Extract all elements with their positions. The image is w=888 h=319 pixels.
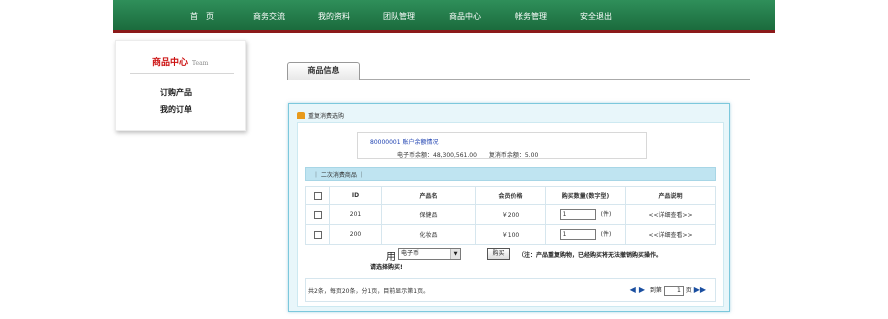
sidebar: 商品中心 Team 订购产品 我的订单 xyxy=(115,40,246,131)
select-prompt: 请选择购买! xyxy=(370,264,403,271)
row-price: ￥100 xyxy=(475,224,546,245)
nav-profile[interactable]: 我的资料 xyxy=(318,11,350,22)
row-select-cell xyxy=(305,204,330,225)
nav-team[interactable]: 团队管理 xyxy=(383,11,415,22)
row-quantity-cell: 1 (件) xyxy=(545,224,626,245)
nav-home[interactable]: 首 页 xyxy=(190,11,214,22)
top-nav-bar: 首 页 商务交流 我的资料 团队管理 商品中心 帐务管理 安全退出 xyxy=(113,0,775,33)
page-info: 共2条，每页20条，分1页，目前显示第1页。 xyxy=(308,288,430,295)
nav-logout[interactable]: 安全退出 xyxy=(580,11,612,22)
tab-underline xyxy=(360,79,750,80)
col-name: 产品名 xyxy=(381,186,476,205)
buy-button[interactable]: 购买 xyxy=(487,248,510,260)
purchase-note: （注：产品重复购物，已经购买将无法撤销购买操作。 xyxy=(518,252,663,259)
cart-icon xyxy=(297,112,305,119)
page-suffix: 页 xyxy=(685,287,692,294)
account-balance: 电子币余额：48,300,561.00 复消币余额：5.00 xyxy=(397,152,539,159)
pagination-bar: 共2条，每页20条，分1页，目前显示第1页。 ◀ ▶ 到第 1 页 ▶▶ xyxy=(305,278,716,302)
product-table: ID 产品名 会员价格 购买数量(数字型) 产品说明 201 保健品 ￥200 … xyxy=(305,186,716,245)
col-price: 会员价格 xyxy=(475,186,546,205)
sidebar-item-my-orders[interactable]: 我的订单 xyxy=(160,104,192,115)
row-name: 化妆品 xyxy=(381,224,476,245)
table-header-row: ID 产品名 会员价格 购买数量(数字型) 产品说明 xyxy=(305,186,716,205)
use-label: 用 xyxy=(386,252,396,263)
row-id: 201 xyxy=(329,204,382,225)
account-id: 80000001 xyxy=(370,139,401,146)
quantity-unit: (件) xyxy=(600,231,612,238)
last-page-icon[interactable]: ▶▶ xyxy=(694,285,706,294)
panel-heading: 重复消费选购 xyxy=(297,111,344,120)
col-description: 产品说明 xyxy=(625,186,716,205)
main-nav: 首 页 商务交流 我的资料 团队管理 商品中心 帐务管理 安全退出 xyxy=(113,11,775,23)
row-quantity-cell: 1 (件) xyxy=(545,204,626,225)
row-name: 保健品 xyxy=(381,204,476,225)
next-page-icon[interactable]: ▶ xyxy=(639,285,645,294)
category-bar: ｜ 二次消费商品 ｜ xyxy=(305,167,716,181)
table-row: 200 化妆品 ￥100 1 (件) <<详细查看>> xyxy=(305,224,716,245)
row-checkbox[interactable] xyxy=(313,210,322,219)
row-detail-link[interactable]: <<详细查看>> xyxy=(625,224,716,245)
chevron-down-icon: ▼ xyxy=(450,249,460,259)
tab-product-info[interactable]: 商品信息 xyxy=(287,62,360,80)
sidebar-item-order-products[interactable]: 订购产品 xyxy=(160,87,192,98)
sidebar-title-en: Team xyxy=(192,60,209,67)
prev-page-icon[interactable]: ◀ xyxy=(630,285,636,294)
category-label: ｜ 二次消费商品 ｜ xyxy=(313,172,365,179)
row-checkbox[interactable] xyxy=(313,230,322,239)
sidebar-divider xyxy=(130,73,234,74)
quantity-unit: (件) xyxy=(600,211,612,218)
purchase-panel: 重复消费选购 80000001 账户余额情况 电子币余额：48,300,561.… xyxy=(288,103,730,312)
account-summary: 80000001 账户余额情况 电子币余额：48,300,561.00 复消币余… xyxy=(357,132,647,159)
select-all-checkbox[interactable] xyxy=(313,191,322,200)
nav-business[interactable]: 商务交流 xyxy=(253,11,285,22)
page-number-input[interactable]: 1 xyxy=(663,285,684,296)
select-all-cell xyxy=(305,186,330,205)
sidebar-title-text: 商品中心 xyxy=(152,58,189,68)
nav-products[interactable]: 商品中心 xyxy=(449,11,481,22)
quantity-input[interactable]: 1 xyxy=(559,209,596,220)
pager: ◀ ▶ 到第 1 页 ▶▶ xyxy=(630,285,709,296)
table-row: 201 保健品 ￥200 1 (件) <<详细查看>> xyxy=(305,204,716,225)
sidebar-title: 商品中心 Team xyxy=(152,55,208,68)
row-detail-link[interactable]: <<详细查看>> xyxy=(625,204,716,225)
currency-select[interactable]: 电子币 ▼ xyxy=(398,248,461,260)
row-id: 200 xyxy=(329,224,382,245)
nav-accounts[interactable]: 帐务管理 xyxy=(515,11,547,22)
col-quantity: 购买数量(数字型) xyxy=(545,186,626,205)
purchase-row: 用 电子币 ▼ 请选择购买! 购买 （注：产品重复购物，已经购买将无法撤销购买操… xyxy=(305,247,716,272)
account-id-line: 80000001 账户余额情况 xyxy=(370,137,438,146)
quantity-input[interactable]: 1 xyxy=(559,229,596,240)
currency-select-value: 电子币 xyxy=(401,250,420,257)
goto-label: 到第 xyxy=(649,287,662,294)
row-select-cell xyxy=(305,224,330,245)
row-price: ￥200 xyxy=(475,204,546,225)
panel-body: 80000001 账户余额情况 电子币余额：48,300,561.00 复消币余… xyxy=(297,122,724,307)
col-id: ID xyxy=(329,186,382,205)
panel-heading-text: 重复消费选购 xyxy=(308,113,345,120)
account-label: 账户余额情况 xyxy=(402,139,439,146)
